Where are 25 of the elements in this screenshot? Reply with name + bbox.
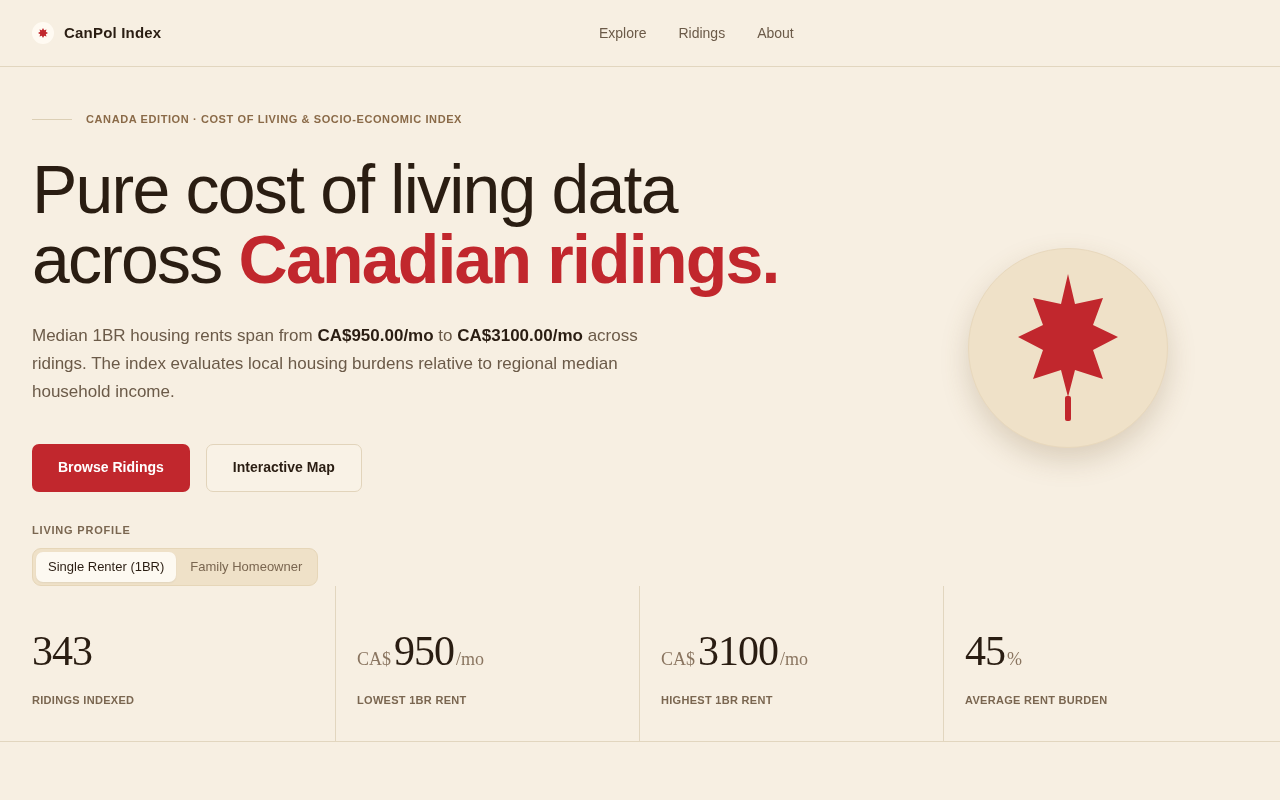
profile-tab[interactable]: Family Homeowner	[178, 552, 315, 582]
stat-label: RIDINGS INDEXED	[32, 693, 135, 708]
brand-name[interactable]: CanPol Index	[64, 21, 162, 45]
nav-link[interactable]: About	[757, 22, 794, 44]
section-label: LIVING PROFILE	[32, 522, 131, 538]
map-button[interactable]: Interactive Map	[205, 443, 362, 492]
eyebrow-text: CANADA EDITION · COST OF LIVING & SOCIO-ECONOMIC INDEX	[86, 112, 463, 127]
profile-tab[interactable]: Single Renter (1BR)	[36, 552, 177, 582]
unit-suffix: /mo	[780, 648, 809, 671]
stat-value: 3100	[698, 630, 778, 672]
stat-value: 45	[965, 630, 1005, 672]
stat-label: LOWEST 1BR RENT	[357, 693, 467, 708]
stat-value: 950	[394, 630, 454, 672]
hero-description: Median 1BR housing rents span from CA$950.00/mo to CA$3100.00/mo across ridings. The index evaluates local housing burdens relative to regional median household income.	[32, 324, 639, 403]
browse-button[interactable]: Browse Ridings	[32, 443, 190, 492]
nav-link[interactable]: Ridings	[678, 22, 726, 44]
stat-label: AVERAGE RENT BURDEN	[965, 693, 1108, 708]
stat-label: HIGHEST 1BR RENT	[661, 693, 773, 708]
unit-suffix: /mo	[456, 648, 485, 671]
stat-value: 343	[32, 630, 92, 672]
currency-prefix: CA$	[357, 648, 391, 671]
nav-link[interactable]: Explore	[599, 22, 647, 44]
currency-prefix: CA$	[661, 648, 695, 671]
leaf-logo-icon	[32, 22, 54, 44]
unit-suffix: %	[1007, 648, 1022, 671]
